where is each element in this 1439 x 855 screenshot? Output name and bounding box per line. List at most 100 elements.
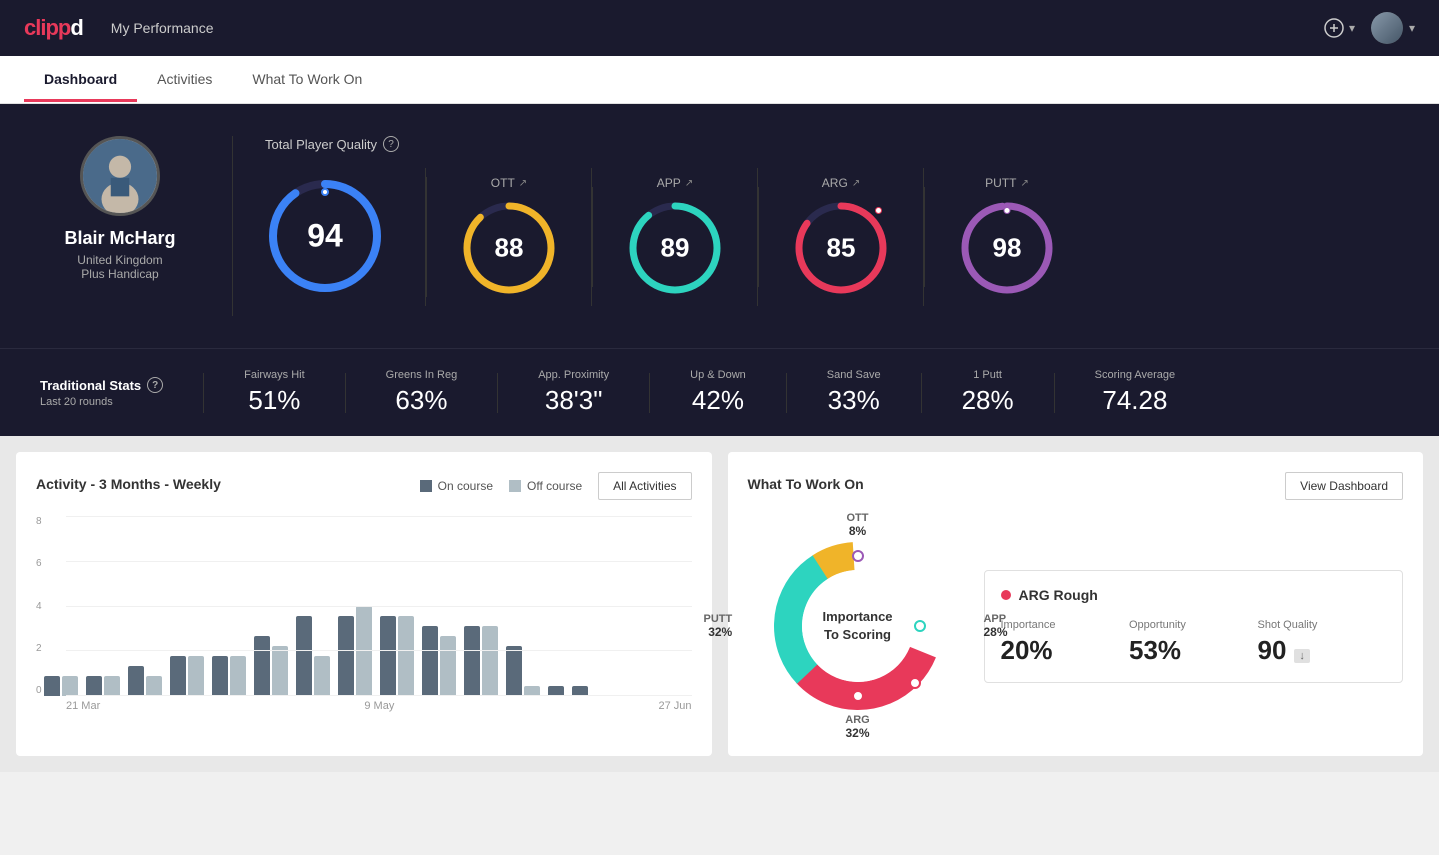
trad-divider-6	[1054, 373, 1055, 413]
gauge-putt: PUTT ↗ 98	[925, 168, 1089, 306]
header-title: My Performance	[111, 20, 214, 36]
donut-label-app: APP 28%	[983, 613, 1007, 639]
wtw-card: ARG Rough Importance 20% Opportunity 53%…	[984, 570, 1404, 683]
legend-off-course-dot	[509, 480, 521, 492]
bar-dark	[338, 616, 354, 696]
wtw-title: What To Work On	[748, 476, 864, 492]
app-seg-label: APP	[983, 613, 1007, 625]
bar-dark	[572, 686, 588, 696]
ott-label-text: OTT	[491, 176, 515, 190]
gauge-tpq-circle: 94	[265, 176, 385, 296]
chart-bars	[36, 516, 692, 696]
legend-on-course: On course	[420, 479, 493, 493]
app-seg-pct: 28%	[983, 625, 1007, 639]
gauge-main: 94	[265, 168, 426, 306]
trad-divider-5	[921, 373, 922, 413]
stat-greens-label: Greens In Reg	[386, 369, 458, 381]
bar-dark	[254, 636, 270, 696]
trad-divider-0	[203, 373, 204, 413]
tab-what-to-work-on[interactable]: What To Work On	[232, 59, 382, 102]
wtw-header: What To Work On View Dashboard	[748, 472, 1404, 500]
activity-panel: Activity - 3 Months - Weekly On course O…	[16, 452, 712, 756]
bar-light	[398, 616, 414, 696]
gauge-arg-label: ARG ↗	[822, 176, 860, 190]
arg-score: 85	[827, 233, 856, 264]
bar-group	[44, 676, 78, 696]
bar-dark	[44, 676, 60, 696]
trad-stats-subtitle: Last 20 rounds	[40, 396, 163, 408]
stat-updown: Up & Down 42%	[690, 369, 746, 416]
donut-label-putt: PUTT 32%	[704, 613, 733, 639]
gauge-arg-circle: 85	[791, 198, 891, 298]
bar-group	[572, 686, 588, 696]
putt-score: 98	[993, 233, 1022, 264]
avatar-caret-icon: ▾	[1409, 21, 1415, 35]
gauge-ott-label: OTT ↗	[491, 176, 527, 190]
view-dashboard-button[interactable]: View Dashboard	[1285, 472, 1403, 500]
y-label-2: 2	[36, 643, 42, 654]
bar-dark	[296, 616, 312, 696]
shotquality-badge: ↓	[1294, 649, 1310, 663]
player-country: United Kingdom	[77, 253, 162, 267]
x-axis: 21 Mar 9 May 27 Jun	[36, 700, 692, 712]
app-label-text: APP	[657, 176, 681, 190]
arg-seg-pct: 32%	[845, 726, 869, 740]
divider-player	[232, 136, 233, 316]
chart-title: Activity - 3 Months - Weekly	[36, 476, 221, 492]
metric-importance-value: 20%	[1001, 635, 1130, 666]
gauges-row: 94 OTT ↗ 88	[265, 168, 1399, 306]
gauge-app: APP ↗ 89	[593, 168, 758, 306]
metric-opportunity: Opportunity 53%	[1129, 619, 1258, 666]
donut-wrapper: ImportanceTo Scoring OTT 8% APP 28% ARG …	[748, 516, 968, 736]
stat-fairways-label: Fairways Hit	[244, 369, 305, 381]
trad-divider-4	[786, 373, 787, 413]
putt-seg-pct: 32%	[704, 625, 733, 639]
metric-importance-label: Importance	[1001, 619, 1130, 631]
donut-label-arg: ARG 32%	[845, 714, 869, 740]
bar-group	[506, 646, 540, 696]
bar-light	[230, 656, 246, 696]
wtw-panel: What To Work On View Dashboard	[728, 452, 1424, 756]
wtw-content: ImportanceTo Scoring OTT 8% APP 28% ARG …	[748, 516, 1404, 736]
donut-svg	[748, 516, 968, 736]
trad-help-icon[interactable]: ?	[147, 377, 163, 393]
add-circle-icon	[1323, 17, 1345, 39]
player-info: Blair McHarg United Kingdom Plus Handica…	[40, 136, 200, 281]
header: clippd My Performance ▾ ▾	[0, 0, 1439, 56]
tpq-help-icon[interactable]: ?	[383, 136, 399, 152]
stat-scoring-value: 74.28	[1095, 385, 1176, 416]
bar-light	[482, 626, 498, 696]
all-activities-button[interactable]: All Activities	[598, 472, 691, 500]
bar-dark	[548, 686, 564, 696]
stat-sandsave-label: Sand Save	[827, 369, 881, 381]
bar-light	[524, 686, 540, 696]
bar-light	[272, 646, 288, 696]
add-button[interactable]: ▾	[1323, 17, 1355, 39]
wtw-card-title: ARG Rough	[1001, 587, 1387, 603]
arg-arrow-icon: ↗	[852, 178, 860, 189]
avatar-img	[1371, 12, 1403, 44]
tab-activities[interactable]: Activities	[137, 59, 232, 102]
metric-opportunity-label: Opportunity	[1129, 619, 1258, 631]
app-score: 89	[661, 233, 690, 264]
putt-seg-label: PUTT	[704, 613, 733, 625]
player-avatar	[80, 136, 160, 216]
tab-dashboard[interactable]: Dashboard	[24, 59, 137, 102]
avatar-button[interactable]: ▾	[1371, 12, 1415, 44]
donut-label-ott: OTT 8%	[847, 512, 869, 538]
player-handicap: Plus Handicap	[81, 267, 158, 281]
tpq-section: Total Player Quality ? 94	[265, 136, 1399, 306]
trad-stats-panel: Traditional Stats ? Last 20 rounds Fairw…	[0, 348, 1439, 436]
tpq-label: Total Player Quality ?	[265, 136, 1399, 152]
logo[interactable]: clippd	[24, 15, 83, 41]
y-label-6: 6	[36, 558, 42, 569]
bar-light	[440, 636, 456, 696]
metric-opportunity-value: 53%	[1129, 635, 1258, 666]
bar-light	[314, 656, 330, 696]
gauge-ott-circle: 88	[459, 198, 559, 298]
card-dot-icon	[1001, 590, 1011, 600]
x-label-may: 9 May	[364, 700, 394, 712]
chart-header: Activity - 3 Months - Weekly On course O…	[36, 472, 692, 500]
bar-group	[254, 636, 288, 696]
metric-importance: Importance 20%	[1001, 619, 1130, 666]
